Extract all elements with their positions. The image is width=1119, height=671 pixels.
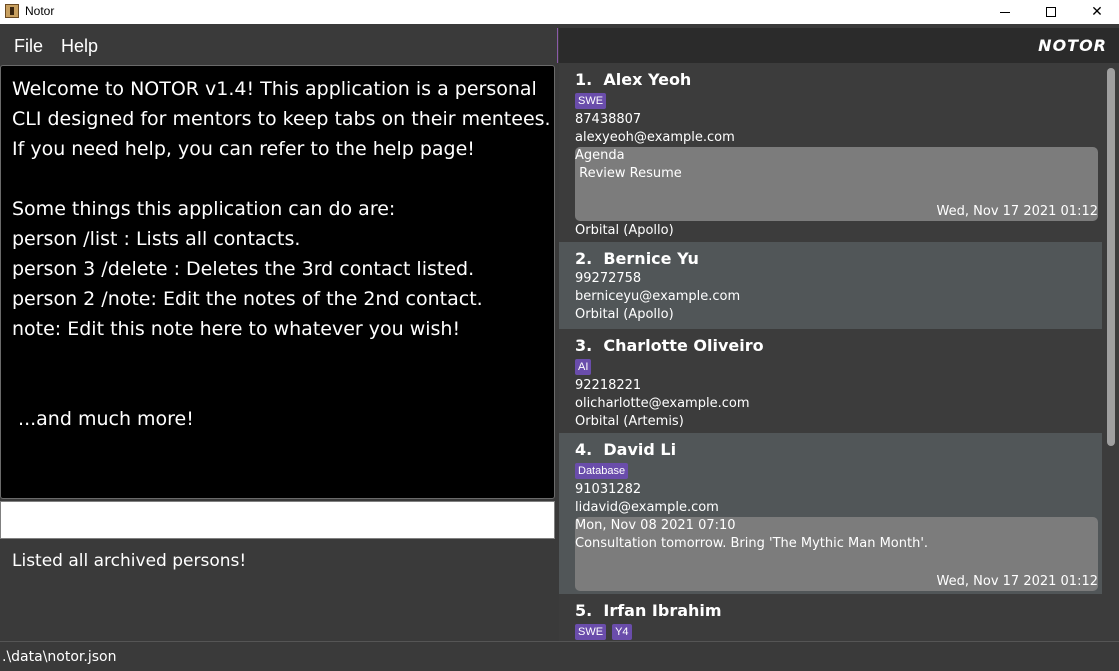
note-line: Welcome to NOTOR v1.4! This application … xyxy=(12,78,537,100)
person-name: 1. Alex Yeoh xyxy=(575,70,692,89)
person-phone: 87438807 xyxy=(575,112,642,127)
scrollbar-thumb[interactable] xyxy=(1107,68,1115,446)
person-name: 2. Bernice Yu xyxy=(575,249,699,268)
note-line xyxy=(12,344,543,374)
tag-list: SWE Y4 xyxy=(575,624,1102,641)
person-name: 3. Charlotte Oliveiro xyxy=(575,336,764,355)
note-timestamp: Wed, Nov 17 2021 01:12 xyxy=(936,204,1098,219)
menu-bar: File Help xyxy=(0,28,558,63)
person-phone: 91031282 xyxy=(575,482,642,497)
minimize-button[interactable] xyxy=(982,0,1028,24)
note-line: person 2 /note: Edit the notes of the 2n… xyxy=(12,288,483,310)
menu-help[interactable]: Help xyxy=(61,36,98,57)
tag-badge: SWE xyxy=(575,93,607,109)
person-card[interactable]: 3. Charlotte Oliveiro AI 92218221 olicha… xyxy=(559,329,1102,433)
note-timestamp: Mon, Nov 08 2021 07:10 xyxy=(575,518,736,533)
person-name: 4. David Li xyxy=(575,440,677,459)
tag-list: Database xyxy=(575,463,1102,481)
person-list[interactable]: 1. Alex Yeoh SWE 87438807 alexyeoh@examp… xyxy=(559,63,1119,641)
close-icon: ✕ xyxy=(1091,4,1103,20)
person-group: Orbital (Artemis) xyxy=(575,414,684,429)
person-name: 5. Irfan Ibrahim xyxy=(575,601,722,620)
person-note: Agenda Review Resume Wed, Nov 17 2021 01… xyxy=(575,147,1098,221)
note-line xyxy=(12,164,543,194)
note-line xyxy=(12,374,543,404)
tag-badge: SWE xyxy=(575,624,607,640)
note-timestamp: Wed, Nov 17 2021 01:12 xyxy=(936,574,1098,589)
person-card[interactable]: 5. Irfan Ibrahim SWE Y4 xyxy=(559,594,1102,641)
tag-badge: Y4 xyxy=(612,624,632,640)
minimize-icon xyxy=(1000,11,1010,13)
note-line: note: Edit this note here to whatever yo… xyxy=(12,318,461,340)
note-text: Consultation tomorrow. Bring 'The Mythic… xyxy=(575,536,929,551)
brand-bar: NOTOR xyxy=(559,28,1119,63)
person-card[interactable]: 1. Alex Yeoh SWE 87438807 alexyeoh@examp… xyxy=(559,63,1102,242)
person-phone: 92218221 xyxy=(575,378,642,393)
tag-list: SWE xyxy=(575,93,1102,111)
note-line: CLI designed for mentors to keep tabs on… xyxy=(12,108,551,130)
person-phone: 99272758 xyxy=(575,271,642,286)
person-email: olicharlotte@example.com xyxy=(575,396,750,411)
brand-logo: NOTOR xyxy=(1038,36,1107,55)
notor-app-icon xyxy=(5,4,19,18)
person-group: Orbital (Apollo) xyxy=(575,223,674,238)
save-file-path: .\data\notor.json xyxy=(2,649,117,665)
tag-list: AI xyxy=(575,359,1102,377)
tag-badge: Database xyxy=(575,463,629,479)
person-email: alexyeoh@example.com xyxy=(575,130,735,145)
person-note: Mon, Nov 08 2021 07:10 Consultation tomo… xyxy=(575,517,1098,591)
note-text: Review Resume xyxy=(575,166,682,181)
note-line: If you need help, you can refer to the h… xyxy=(12,138,475,160)
result-display: Listed all archived persons! xyxy=(12,551,247,571)
maximize-button[interactable] xyxy=(1028,0,1074,24)
title-bar: Notor ✕ xyxy=(0,0,1119,24)
note-text: Agenda xyxy=(575,148,625,163)
note-line: ...and much more! xyxy=(12,408,194,430)
person-group: Orbital (Apollo) xyxy=(575,307,674,322)
person-card[interactable]: 4. David Li Database 91031282 lidavid@ex… xyxy=(559,433,1102,594)
person-card[interactable]: 2. Bernice Yu 99272758 berniceyu@example… xyxy=(559,242,1102,329)
close-button[interactable]: ✕ xyxy=(1074,0,1119,24)
general-note-editor[interactable]: Welcome to NOTOR v1.4! This application … xyxy=(0,65,555,499)
person-list-scrollbar[interactable] xyxy=(1102,63,1119,641)
status-bar: .\data\notor.json xyxy=(0,641,1119,671)
tag-badge: AI xyxy=(575,359,592,375)
note-line: person /list : Lists all contacts. xyxy=(12,228,301,250)
note-line: Some things this application can do are: xyxy=(12,198,396,220)
command-input[interactable] xyxy=(0,501,555,539)
maximize-icon xyxy=(1046,7,1056,17)
menu-file[interactable]: File xyxy=(14,36,43,57)
person-email: berniceyu@example.com xyxy=(575,289,741,304)
person-email: lidavid@example.com xyxy=(575,500,719,515)
left-panel: Welcome to NOTOR v1.4! This application … xyxy=(0,63,558,641)
window-title: Notor xyxy=(25,4,55,18)
note-line: person 3 /delete : Deletes the 3rd conta… xyxy=(12,258,475,280)
